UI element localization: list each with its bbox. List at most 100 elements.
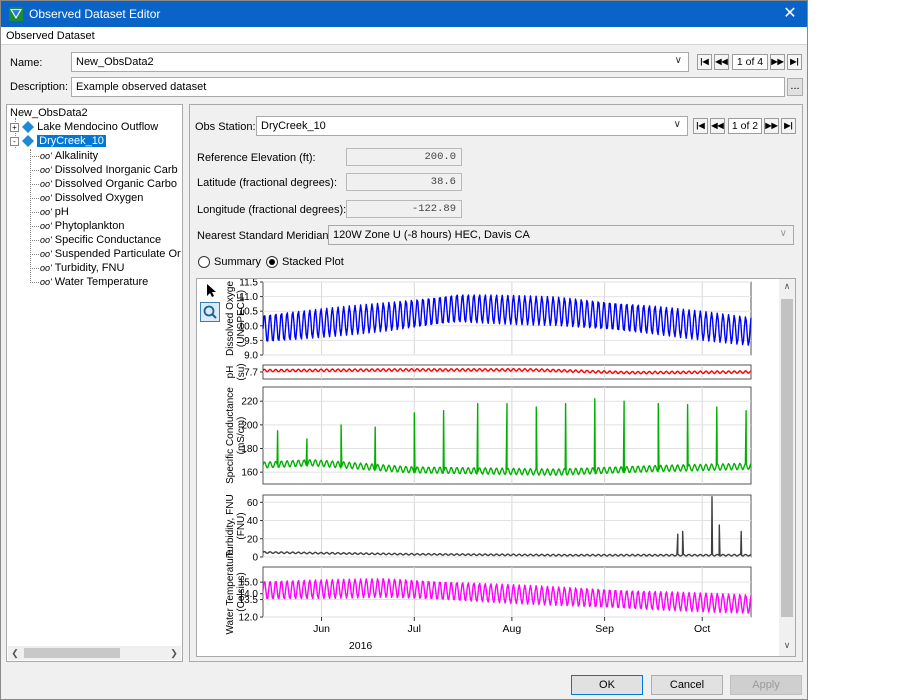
app-icon bbox=[9, 7, 23, 21]
tree-parameter[interactable]: οο' Suspended Particulate Or bbox=[40, 247, 181, 261]
apply-button[interactable]: Apply bbox=[730, 675, 802, 695]
first-station-button[interactable]: |◀ bbox=[693, 118, 708, 134]
next-dataset-button[interactable]: ▶▶ bbox=[770, 54, 785, 70]
tree-parameter[interactable]: οο' Dissolved Organic Carbo bbox=[40, 177, 177, 191]
latitude-field: 38.6 bbox=[346, 173, 462, 191]
last-dataset-button[interactable]: ▶| bbox=[787, 54, 802, 70]
station-page-indicator: 1 of 2 bbox=[728, 118, 762, 134]
collapse-icon[interactable]: - bbox=[10, 136, 19, 146]
y-tick-label: 60 bbox=[247, 498, 259, 509]
tree-parameter[interactable]: οο' Dissolved Inorganic Carb bbox=[40, 163, 178, 177]
name-label: Name: bbox=[10, 57, 43, 69]
stacked-plot-radio-label: Stacked Plot bbox=[282, 256, 344, 268]
parameter-icon: οο' bbox=[40, 179, 52, 189]
first-dataset-button[interactable]: |◀ bbox=[697, 54, 712, 70]
plot-panel: 11.511.010.510.09.59.0Dissolved Oxyge (UN… bbox=[225, 279, 752, 362]
cancel-button[interactable]: Cancel bbox=[651, 675, 723, 695]
summary-radio[interactable] bbox=[198, 256, 210, 268]
tree-parameter-label: Suspended Particulate Or bbox=[54, 248, 181, 260]
tree-parameter[interactable]: οο' pH bbox=[40, 205, 69, 219]
obs-station-value: DryCreek_10 bbox=[261, 120, 326, 132]
tree-parameter-label: Specific Conductance bbox=[54, 234, 162, 246]
name-combo[interactable]: New_ObsData2 ∨ bbox=[71, 52, 689, 72]
y-tick-label: 11.5 bbox=[239, 279, 258, 289]
menu-observed-dataset[interactable]: Observed Dataset bbox=[6, 30, 95, 42]
plot-panel: 60 40 20 0 Turbidity, FNU (FNU) bbox=[225, 494, 752, 564]
tree-parameter[interactable]: οο' Dissolved Oxygen bbox=[40, 191, 143, 205]
tree-parameter-label: Turbidity, FNU bbox=[54, 262, 125, 274]
tree-station-drycreek[interactable]: - DryCreek_10 bbox=[10, 134, 106, 148]
last-station-button[interactable]: ▶| bbox=[781, 118, 796, 134]
tree-horizontal-scrollbar[interactable]: ❮ ❯ bbox=[8, 646, 181, 660]
obs-station-combo[interactable]: DryCreek_10 ∨ bbox=[256, 116, 688, 136]
zoom-icon bbox=[203, 305, 217, 319]
x-tick-label: Aug bbox=[503, 623, 522, 635]
y-axis-label: (mS/cm) bbox=[236, 417, 247, 455]
parameter-icon: οο' bbox=[40, 277, 52, 287]
tree-scroll-thumb[interactable] bbox=[24, 648, 120, 658]
window-title: Observed Dataset Editor bbox=[29, 7, 161, 21]
plot-scroll-thumb[interactable] bbox=[781, 299, 793, 617]
scroll-left-icon[interactable]: ❮ bbox=[8, 646, 22, 660]
plot-vertical-scrollbar[interactable]: ∧ ∨ bbox=[779, 279, 795, 656]
prev-dataset-button[interactable]: ◀◀ bbox=[714, 54, 729, 70]
y-axis-label: (FNU) bbox=[236, 512, 247, 539]
stacked-chart[interactable]: 11.511.010.510.09.59.0Dissolved Oxyge (UN… bbox=[223, 279, 775, 656]
station-diamond-icon bbox=[22, 121, 35, 134]
meridian-combo[interactable]: 120W Zone U (-8 hours) HEC, Davis CA ∨ bbox=[328, 225, 794, 245]
tree-parameter[interactable]: οο' Phytoplankton bbox=[40, 219, 124, 233]
scroll-right-icon[interactable]: ❯ bbox=[167, 646, 181, 660]
tree-root[interactable]: New_ObsData2 bbox=[10, 106, 88, 120]
description-label: Description: bbox=[10, 81, 69, 93]
plot-panel: 220200180160Specific Conductance (mS/cm) bbox=[225, 386, 752, 485]
description-browse-button[interactable]: ... bbox=[787, 78, 803, 96]
y-axis-label: (Celsius) bbox=[236, 572, 247, 611]
y-axis-label: (UNSPECIF) bbox=[236, 290, 247, 347]
y-tick-label: 20 bbox=[247, 534, 259, 545]
y-axis-label: Turbidity, FNU bbox=[225, 494, 236, 557]
parameter-icon: οο' bbox=[40, 235, 52, 245]
pointer-tool[interactable] bbox=[200, 280, 220, 300]
y-tick-label: 220 bbox=[241, 397, 258, 408]
tree-parameter-label: pH bbox=[54, 206, 69, 218]
scroll-up-icon[interactable]: ∧ bbox=[779, 281, 795, 295]
y-tick-label: 160 bbox=[241, 468, 258, 479]
title-bar: Observed Dataset Editor ✕ bbox=[1, 1, 807, 27]
parameter-icon: οο' bbox=[40, 207, 52, 217]
y-tick-label: 40 bbox=[247, 516, 259, 527]
scroll-down-icon[interactable]: ∨ bbox=[779, 640, 795, 654]
expand-icon[interactable]: + bbox=[10, 122, 19, 132]
parameter-icon: οο' bbox=[40, 263, 52, 273]
parameter-icon: οο' bbox=[40, 221, 52, 231]
reference-elevation-field: 200.0 bbox=[346, 148, 462, 166]
parameter-icon: οο' bbox=[40, 151, 52, 161]
tree-parameter[interactable]: οο' Water Temperature bbox=[40, 275, 148, 289]
station-diamond-icon bbox=[22, 135, 35, 148]
tree-parameter[interactable]: οο' Specific Conductance bbox=[40, 233, 161, 247]
obs-station-label: Obs Station: bbox=[195, 121, 256, 133]
chevron-down-icon: ∨ bbox=[673, 119, 681, 130]
tree-parameter[interactable]: οο' Turbidity, FNU bbox=[40, 261, 124, 275]
summary-radio-label: Summary bbox=[214, 256, 262, 268]
close-icon[interactable]: ✕ bbox=[773, 1, 807, 27]
latitude-label: Latitude (fractional degrees): bbox=[197, 177, 338, 189]
next-station-button[interactable]: ▶▶ bbox=[764, 118, 779, 134]
zoom-tool[interactable] bbox=[200, 302, 220, 322]
plot-panel: 7.7pH (su) bbox=[225, 363, 752, 381]
tree-parameter[interactable]: οο' Alkalinity bbox=[40, 149, 98, 163]
parameter-icon: οο' bbox=[40, 165, 52, 175]
prev-station-button[interactable]: ◀◀ bbox=[710, 118, 725, 134]
meridian-value: 120W Zone U (-8 hours) HEC, Davis CA bbox=[333, 229, 530, 241]
description-input[interactable]: Example observed dataset bbox=[71, 77, 785, 97]
y-axis-label: Water Temperature bbox=[225, 549, 236, 634]
pointer-icon bbox=[207, 284, 216, 297]
tree-station-label: Lake Mendocino Outflow bbox=[37, 121, 159, 133]
ok-button[interactable]: OK bbox=[571, 675, 643, 695]
tree-parameter-label: Dissolved Inorganic Carb bbox=[54, 164, 178, 176]
stacked-plot-radio[interactable] bbox=[266, 256, 278, 268]
menu-bar: Observed Dataset bbox=[1, 27, 807, 45]
reference-elevation-label: Reference Elevation (ft): bbox=[197, 152, 316, 164]
plot-panel: 15.014.013.512.0Water Temperature (Celsiu… bbox=[225, 549, 752, 635]
tree-station-lake-mendocino[interactable]: + Lake Mendocino Outflow bbox=[10, 120, 158, 134]
y-axis-label: pH bbox=[225, 366, 236, 379]
